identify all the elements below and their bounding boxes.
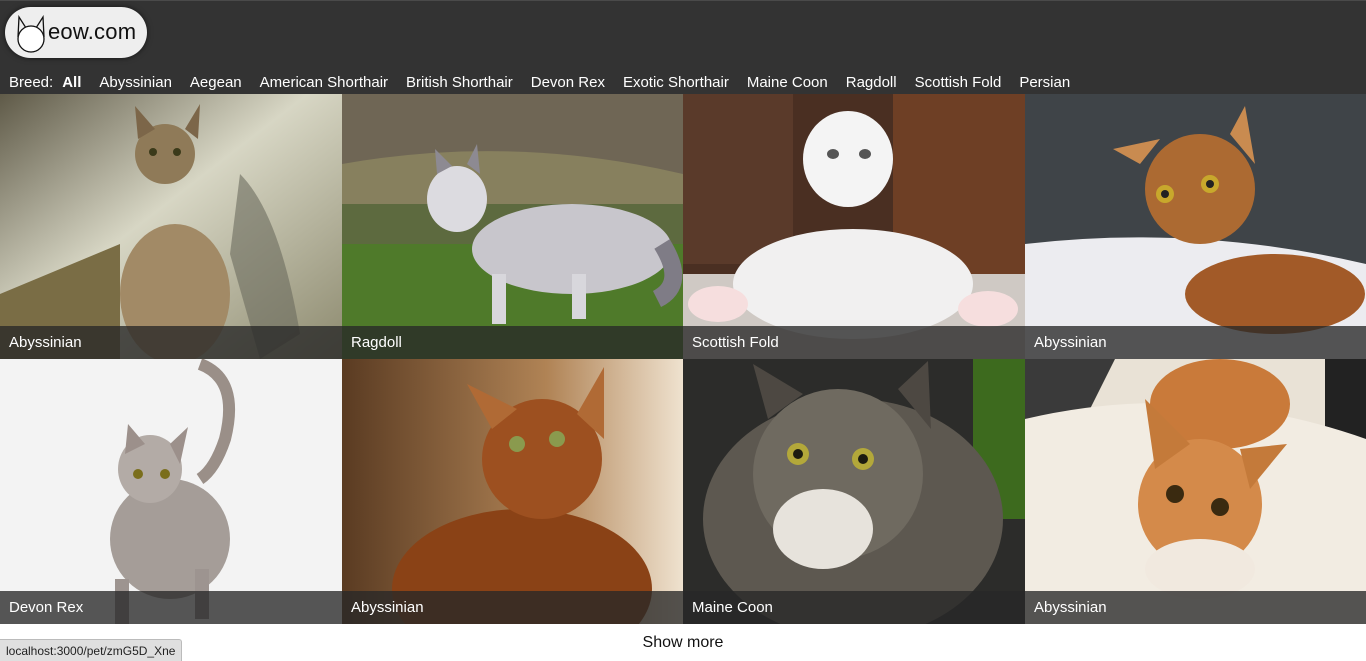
pet-card[interactable]: Devon Rex	[0, 359, 342, 624]
pet-card-caption: Scottish Fold	[683, 326, 1025, 359]
breed-filter-scottish-fold[interactable]: Scottish Fold	[915, 74, 1002, 91]
status-bar-url: localhost:3000/pet/zmG5D_Xne	[0, 639, 183, 661]
breed-filter-label: Breed:	[9, 73, 54, 91]
pet-card-caption: Abyssinian	[1025, 591, 1366, 624]
pet-card[interactable]: Abyssinian	[1025, 359, 1366, 624]
breed-filter-british-shorthair[interactable]: British Shorthair	[406, 74, 513, 91]
cat-photo	[0, 359, 342, 624]
pet-card-caption: Abyssinian	[342, 591, 683, 624]
show-more-button[interactable]: Show more	[0, 624, 1366, 661]
pet-grid: Abyssinian Ragdoll Scottish Fold Abyssin…	[0, 94, 1366, 624]
breed-filter-ragdoll[interactable]: Ragdoll	[846, 74, 897, 91]
logo-text: eow.com	[48, 19, 137, 44]
cat-photo	[0, 94, 342, 359]
pet-card-caption: Maine Coon	[683, 591, 1025, 624]
cat-photo	[683, 94, 1025, 359]
pet-card-caption: Abyssinian	[0, 326, 342, 359]
cat-head-icon	[17, 15, 45, 53]
pet-card[interactable]: Maine Coon	[683, 359, 1025, 624]
top-bar: eow.com Breed: All Abyssinian Aegean Ame…	[0, 0, 1366, 94]
pet-card[interactable]: Abyssinian	[342, 359, 683, 624]
breed-filter-american-shorthair[interactable]: American Shorthair	[260, 74, 388, 91]
pet-card[interactable]: Ragdoll	[342, 94, 683, 359]
cat-photo	[1025, 359, 1366, 624]
pet-card-caption: Ragdoll	[342, 326, 683, 359]
breed-filter-maine-coon[interactable]: Maine Coon	[747, 74, 828, 91]
breed-filter-abyssinian[interactable]: Abyssinian	[99, 74, 172, 91]
pet-card[interactable]: Abyssinian	[0, 94, 342, 359]
cat-photo	[342, 94, 683, 359]
pet-card[interactable]: Abyssinian	[1025, 94, 1366, 359]
pet-card[interactable]: Scottish Fold	[683, 94, 1025, 359]
cat-photo	[683, 359, 1025, 624]
cat-photo	[1025, 94, 1366, 359]
site-logo[interactable]: eow.com	[5, 7, 147, 58]
pet-card-caption: Abyssinian	[1025, 326, 1366, 359]
breed-filter: Breed: All Abyssinian Aegean American Sh…	[9, 73, 1088, 91]
breed-filter-exotic-shorthair[interactable]: Exotic Shorthair	[623, 74, 729, 91]
cat-photo	[342, 359, 683, 624]
breed-filter-devon-rex[interactable]: Devon Rex	[531, 74, 605, 91]
breed-filter-all[interactable]: All	[62, 74, 81, 91]
pet-card-caption: Devon Rex	[0, 591, 342, 624]
breed-filter-persian[interactable]: Persian	[1019, 74, 1070, 91]
breed-filter-aegean[interactable]: Aegean	[190, 74, 242, 91]
